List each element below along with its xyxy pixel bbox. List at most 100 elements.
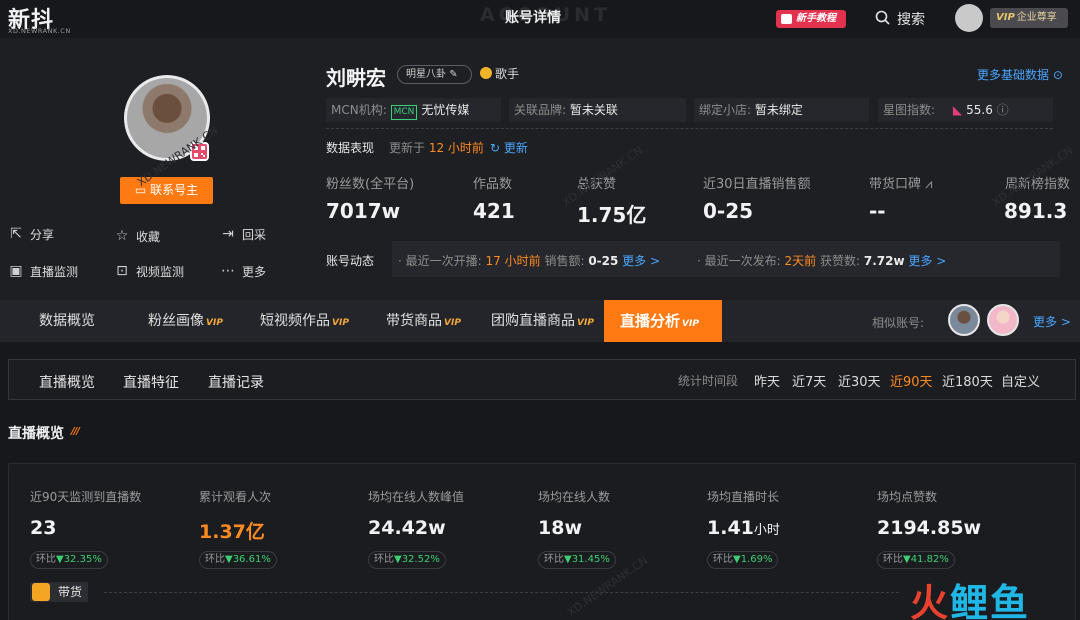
kpi-change: 环比▼41.82% [877,551,955,569]
last-post-label: · 最近一次发布: [697,254,781,268]
category-tag[interactable]: 明星八卦 ✎ [397,65,472,84]
reputation-label: 带货口碑 [869,177,922,192]
change-value: ▼36.61% [225,554,271,565]
post-likes-label: 获赞数: [819,254,861,268]
tab-fan-profile[interactable]: 粉丝画像 VIP [148,300,223,342]
dynamics-title: 账号动态 [326,254,375,268]
kpi-label: 场均点赞数 [877,490,938,504]
stat-value-works: 421 [473,199,515,223]
mcn-value[interactable]: 无忧传媒 [421,103,469,117]
similar-account-avatar[interactable] [987,304,1019,336]
updated-prefix: 更新于 [389,141,426,155]
refresh-button[interactable]: ↻ 更新 [490,139,528,156]
performance-title: 数据表现 [326,141,375,155]
kpi-label: 近90天监测到直播数 [30,490,142,504]
tab-short-videos[interactable]: 短视频作品 VIP [260,300,349,342]
info-icon[interactable]: ⓘ [997,103,1009,117]
star-icon: ☆ [115,228,129,244]
change-label: 环比 [36,554,56,565]
similar-more-link[interactable]: 更多 > [1033,313,1071,330]
last-post-time: 2天前 [784,254,817,268]
stat-value-likes: 1.75亿 [577,203,647,227]
logo-subtitle: XD.NEWRANK.CN [8,27,71,35]
tab-label: 团购直播商品 [491,313,575,329]
vip-badge[interactable]: VIP 企业尊享 [990,8,1068,28]
tab-group-live-goods[interactable]: 团购直播商品 VIP [491,300,594,342]
chart-monitor-icon: ⊡ [116,263,128,279]
sales-value: 0-25 [588,254,619,268]
stat-value-weekly-index: 891.3 [1004,199,1068,223]
kpi-change: 环比▼1.69% [707,551,779,569]
chevron-right-icon: ⊙ [1052,68,1063,82]
change-value: ▼1.69% [733,554,773,565]
search-label[interactable]: 搜索 [897,9,925,29]
user-avatar[interactable] [955,4,983,32]
kpi-label: 场均直播时长 [707,490,780,504]
kpi-number: 24.42w [368,517,446,539]
kpi-value-avg-likes: 2194.85w [877,517,981,539]
tv-icon: ▣ [9,263,23,279]
change-value: ▼31.45% [564,554,610,565]
backtrack-label: 回采 [242,228,267,242]
edit-icon[interactable]: ✎ [449,69,457,80]
similar-accounts-label: 相似账号: [872,316,925,330]
post-more-link[interactable]: 更多 > [908,254,946,268]
favorite-label: 收藏 [136,230,161,244]
kpi-change: 环比▼31.45% [538,551,616,569]
kpi-change: 环比▼36.61% [199,551,277,569]
tab-label: 粉丝画像 [148,313,204,329]
tab-label: 短视频作品 [260,313,330,329]
refresh-label: 更新 [503,141,528,155]
vip-tag: VIP [682,319,699,329]
tab-label: 直播分析 [620,312,681,330]
trend-icon[interactable]: ⩘ [925,177,932,192]
tutorial-button[interactable]: 新手教程 [776,10,846,28]
more-basic-label: 更多基础数据 [977,68,1050,82]
kpi-value-total-views: 1.37亿 [199,517,265,544]
star-index-label: 星图指数: [883,103,936,117]
subtab-live-features[interactable]: 直播特征 [123,372,179,392]
section-title-decoration: /// [71,426,80,437]
live-more-link[interactable]: 更多 > [622,254,660,268]
share-icon: ⇱ [10,226,22,242]
vip-tag: VIP [332,318,349,328]
tab-data-overview[interactable]: 数据概览 [39,300,95,342]
subtab-live-overview[interactable]: 直播概览 [39,372,95,392]
page-title: 账号详情 [505,10,561,26]
brand-part-1: 火 [910,581,951,620]
post-likes-value: 7.72w [863,254,905,268]
brand-watermark: 火鲤鱼 [910,572,1030,620]
app-root: 新抖 XD.NEWRANK.CN ACCOUNT 账号详情 新手教程 搜索 VI… [0,0,1080,620]
more-dots-icon: ⋯ [221,263,235,279]
kpi-number: 1.37亿 [199,521,265,543]
subtab-live-records[interactable]: 直播记录 [208,372,264,392]
period-180-days[interactable]: 近180天 [942,371,993,390]
change-label: 环比 [205,554,225,565]
refresh-icon: ↻ [490,141,501,155]
section-title: 直播概览 [8,426,64,442]
period-90-days[interactable]: 近90天 [890,371,933,390]
star-index-info: 星图指数: ◣ 55.6 ⓘ [878,98,1053,122]
tab-live-analysis-label[interactable]: 直播分析 VIP [620,300,699,342]
kpi-change: 环比▼32.35% [30,551,108,569]
last-post-info: · 最近一次发布: 2天前 获赞数: 7.72w 更多 > [697,252,946,269]
brand-value: 暂未关联 [569,103,618,117]
tab-goods[interactable]: 带货商品 VIP [386,300,461,342]
last-live-info: · 最近一次开播: 17 小时前 销售额: 0-25 更多 > [398,252,660,269]
search-icon[interactable] [875,10,890,25]
contact-owner-button[interactable]: ▭ 联系号主 [120,177,213,204]
similar-account-avatar[interactable] [948,304,980,336]
tab-label: 带货商品 [386,313,442,329]
last-live-time: 17 小时前 [485,254,541,268]
shop-value: 暂未绑定 [754,103,803,117]
period-30-days[interactable]: 近30天 [838,371,881,390]
more-basic-data-link[interactable]: 更多基础数据 ⊙ [977,66,1063,83]
kpi-number: 23 [30,517,57,539]
change-value: ▼32.35% [56,554,102,565]
period-yesterday[interactable]: 昨天 [754,371,780,390]
period-7-days[interactable]: 近7天 [792,371,826,390]
brand-info: 关联品牌: 暂未关联 [509,98,686,122]
kpi-value-avg-online: 18w [538,517,582,539]
change-label: 环比 [544,554,564,565]
period-custom[interactable]: 自定义 [1001,371,1040,390]
